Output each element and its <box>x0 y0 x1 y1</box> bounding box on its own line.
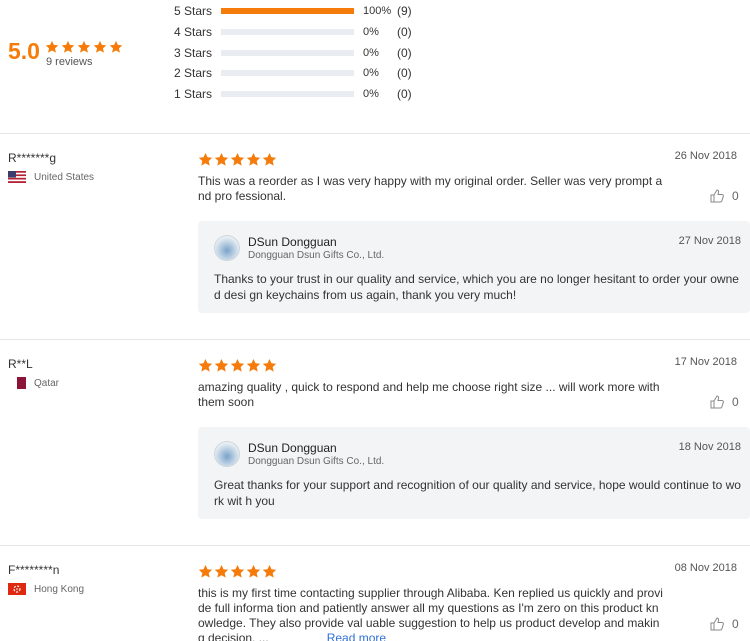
reviewer-country: Qatar <box>8 377 59 389</box>
star-icon <box>93 40 107 54</box>
seller-reply: DSun Dongguan Dongguan Dsun Gifts Co., L… <box>198 427 750 519</box>
reply-text: Great thanks for your support and recogn… <box>214 478 741 508</box>
reply-date: 27 Nov 2018 <box>678 235 741 247</box>
reviewer-country: United States <box>8 171 94 183</box>
reply-seller-name: DSun Dongguan <box>248 235 337 249</box>
us-flag-icon <box>8 171 26 183</box>
distribution-bar <box>221 70 354 76</box>
star-icon <box>230 152 245 167</box>
star-icon <box>246 564 261 579</box>
like-button[interactable]: 0 <box>710 395 739 409</box>
summary-stars <box>45 40 125 54</box>
country-name: Hong Kong <box>34 583 85 595</box>
star-icon <box>214 152 229 167</box>
distribution-count: (0) <box>397 66 412 80</box>
star-icon <box>246 358 261 373</box>
read-more-link[interactable]: Read more <box>327 631 386 641</box>
review-text: amazing quality , quick to respond and h… <box>198 380 660 409</box>
reviewer-country: Hong Kong <box>8 583 84 595</box>
country-name: United States <box>34 171 95 183</box>
like-button[interactable]: 0 <box>710 189 739 203</box>
reply-text: Thanks to your trust in our quality and … <box>214 272 739 302</box>
distribution-percent: 0% <box>363 88 379 100</box>
distribution-row-4[interactable]: 4 Stars 0% (0) <box>174 25 412 39</box>
like-count: 0 <box>732 395 739 409</box>
review-count: 9 reviews <box>46 56 93 68</box>
rating-stars <box>198 358 278 373</box>
star-icon <box>198 152 213 167</box>
distribution-count: (0) <box>397 25 412 39</box>
hong-kong-flag-icon <box>8 583 26 595</box>
review-text: this is my first time contacting supplie… <box>198 586 663 641</box>
rating-stars <box>198 152 278 167</box>
distribution-label: 3 Stars <box>174 46 213 60</box>
seller-avatar <box>214 235 240 261</box>
reviewer-name: F********n <box>8 563 60 577</box>
distribution-bar <box>221 50 354 56</box>
review-date: 08 Nov 2018 <box>674 562 737 574</box>
rating-stars <box>198 564 278 579</box>
country-name: Qatar <box>34 377 60 389</box>
star-icon <box>230 564 245 579</box>
reviewer-name: R**L <box>8 357 33 371</box>
distribution-row-2[interactable]: 2 Stars 0% (0) <box>174 66 412 80</box>
star-icon <box>198 564 213 579</box>
thumbs-up-icon <box>710 617 724 631</box>
distribution-percent: 0% <box>363 67 379 79</box>
thumbs-up-icon <box>710 189 724 203</box>
review-date: 17 Nov 2018 <box>674 356 737 368</box>
star-icon <box>77 40 91 54</box>
distribution-count: (9) <box>397 4 412 18</box>
review-text: This was a reorder as I was very happy w… <box>198 174 663 203</box>
distribution-bar <box>221 91 354 97</box>
average-score: 5.0 <box>8 38 40 64</box>
reply-seller-name: DSun Dongguan <box>248 441 337 455</box>
like-button[interactable]: 0 <box>710 617 739 631</box>
star-icon <box>262 564 277 579</box>
distribution-bar <box>221 29 354 35</box>
star-icon <box>198 358 213 373</box>
star-icon <box>230 358 245 373</box>
distribution-percent: 0% <box>363 26 379 38</box>
distribution-fill <box>221 8 354 14</box>
star-icon <box>45 40 59 54</box>
star-icon <box>246 152 261 167</box>
review-item: R*******g United States 26 Nov 2018 This… <box>0 134 750 340</box>
distribution-label: 4 Stars <box>174 25 213 39</box>
reply-company-name: Dongguan Dsun Gifts Co., Ltd. <box>248 456 385 467</box>
seller-avatar <box>214 441 240 467</box>
like-count: 0 <box>732 617 739 631</box>
distribution-label: 5 Stars <box>174 4 213 18</box>
distribution-row-1[interactable]: 1 Stars 0% (0) <box>174 87 412 101</box>
distribution-row-3[interactable]: 3 Stars 0% (0) <box>174 46 412 60</box>
star-icon <box>214 358 229 373</box>
review-text-body: this is my first time contacting supplie… <box>198 586 663 641</box>
star-icon <box>214 564 229 579</box>
star-icon <box>262 152 277 167</box>
distribution-count: (0) <box>397 87 412 101</box>
review-item: F********n Hong Kong 08 Nov 2018 this is… <box>0 546 750 641</box>
reply-date: 18 Nov 2018 <box>678 441 741 453</box>
rating-summary: 5.0 9 reviews 5 Stars 100% (9) 4 Stars 0… <box>0 0 750 134</box>
like-count: 0 <box>732 189 739 203</box>
seller-reply: DSun Dongguan Dongguan Dsun Gifts Co., L… <box>198 221 750 313</box>
distribution-percent: 100% <box>363 5 392 17</box>
distribution-count: (0) <box>397 46 412 60</box>
distribution-bar <box>221 8 354 14</box>
review-date: 26 Nov 2018 <box>674 150 737 162</box>
distribution-row-5[interactable]: 5 Stars 100% (9) <box>174 4 412 18</box>
distribution-percent: 0% <box>363 47 379 59</box>
star-icon <box>109 40 123 54</box>
distribution-label: 2 Stars <box>174 66 213 80</box>
reply-company-name: Dongguan Dsun Gifts Co., Ltd. <box>248 250 385 261</box>
reviewer-name: R*******g <box>8 151 57 165</box>
star-icon <box>262 358 277 373</box>
review-item: R**L Qatar 17 Nov 2018 amazing quality ,… <box>0 340 750 546</box>
thumbs-up-icon <box>710 395 724 409</box>
distribution-label: 1 Stars <box>174 87 213 101</box>
star-icon <box>61 40 75 54</box>
qatar-flag-icon <box>14 377 26 389</box>
